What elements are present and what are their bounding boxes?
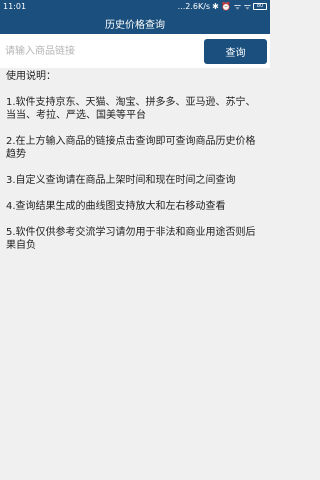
instruction-item: 1.软件支持京东、天猫、淘宝、拼多多、亚马逊、苏宁、当当、考拉、严选、国美等平台 bbox=[6, 97, 256, 121]
battery-icon: 80 bbox=[253, 2, 267, 10]
status-bar: 11:01 ...2.6K/s ✱ ⏰ ᯤ ᯤ 80 bbox=[0, 0, 270, 12]
app-bar: 历史价格查询 bbox=[0, 12, 270, 34]
network-speed: ...2.6K/s bbox=[177, 1, 211, 11]
status-time: 11:01 bbox=[3, 1, 27, 11]
search-bar: 查询 bbox=[0, 34, 270, 68]
instruction-item: 4.查询结果生成的曲线图支持放大和左右移动查看 bbox=[6, 201, 226, 212]
search-button[interactable]: 查询 bbox=[204, 38, 267, 64]
status-icons: ✱ ⏰ ᯤ ᯤ bbox=[212, 1, 251, 11]
battery-level: 80 bbox=[256, 2, 264, 9]
instruction-item: 2.在上方输入商品的链接点击查询即可查询商品历史价格趋势 bbox=[6, 136, 256, 160]
instruction-item: 3.自定义查询请在商品上架时间和现在时间之间查询 bbox=[6, 175, 236, 186]
instructions-panel: 使用说明： 1.软件支持京东、天猫、淘宝、拼多多、亚马逊、苏宁、当当、考拉、严选… bbox=[6, 70, 264, 265]
page-title: 历史价格查询 bbox=[105, 19, 165, 31]
search-input[interactable] bbox=[3, 37, 204, 65]
instructions-title: 使用说明： bbox=[6, 71, 56, 82]
status-indicators: ...2.6K/s ✱ ⏰ ᯤ ᯤ 80 bbox=[178, 1, 267, 12]
instruction-item: 5.软件仅供参考交流学习请勿用于非法和商业用途否则后果自负 bbox=[6, 227, 256, 251]
